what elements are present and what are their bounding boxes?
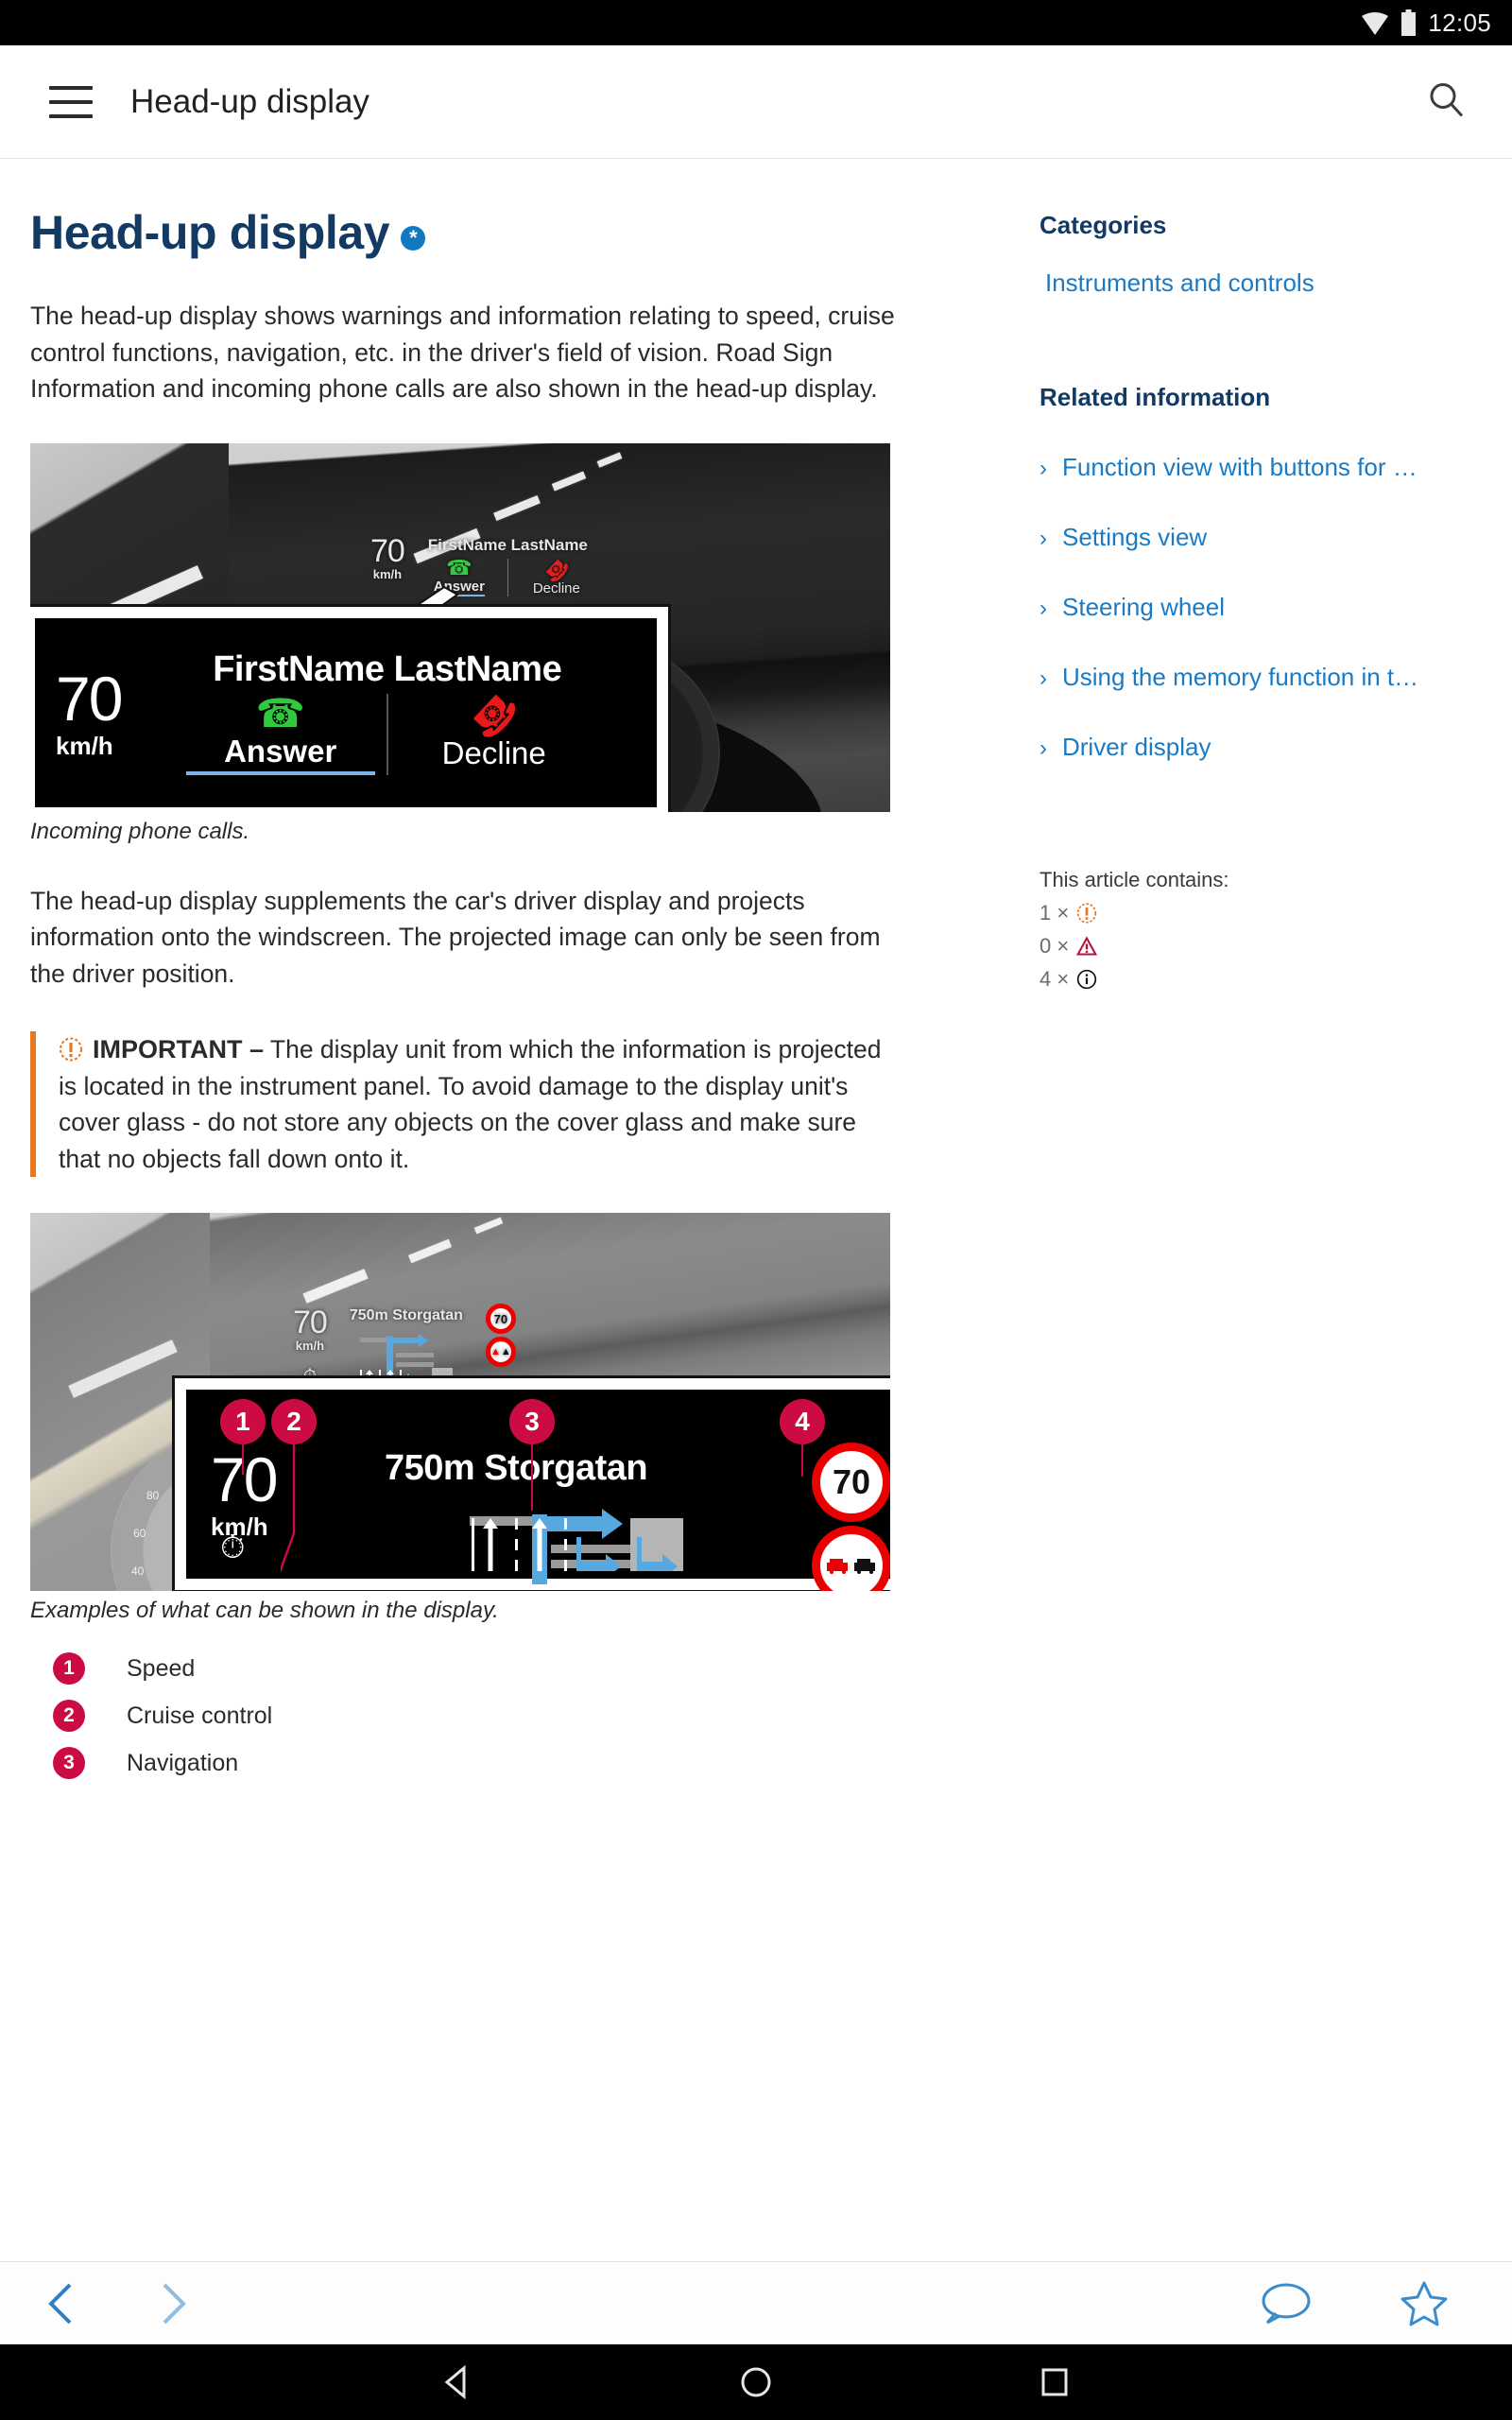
callout-bubble-1: 1 xyxy=(220,1399,266,1444)
callout1-speed-block: 70 km/h xyxy=(56,663,123,760)
callout1-answer-action: ☎ Answer xyxy=(185,694,375,775)
chevron-right-icon[interactable] xyxy=(151,2279,193,2328)
callout2-lane-guidance-icon xyxy=(472,1518,683,1571)
related-link-driver-display[interactable]: › Driver display xyxy=(1040,733,1484,762)
important-icon xyxy=(60,1037,82,1062)
contains-count: 1 × xyxy=(1040,901,1070,925)
chevron-right-icon: › xyxy=(1040,526,1047,551)
chevron-right-icon: › xyxy=(1040,735,1047,761)
list-item-number: 3 xyxy=(53,1747,85,1779)
speech-bubble-icon[interactable] xyxy=(1259,2279,1312,2328)
related-link-label: Driver display xyxy=(1062,733,1211,761)
chevron-left-icon[interactable] xyxy=(42,2279,83,2328)
callout-bubble-3: 3 xyxy=(509,1399,555,1444)
callout1-decline-action: ☎ Decline xyxy=(400,683,589,775)
search-icon[interactable] xyxy=(1425,78,1467,125)
note-info-icon xyxy=(1077,969,1097,990)
callout-bubble-4: 4 xyxy=(780,1399,825,1444)
callout1-answer-label: Answer xyxy=(224,734,337,769)
star-icon[interactable] xyxy=(1399,2279,1450,2328)
related-link-label: Settings view xyxy=(1062,523,1208,551)
contains-row-important: 1 × xyxy=(1040,901,1484,925)
list-item: 2 Cruise control xyxy=(30,1700,975,1732)
article-sidebar: Categories Instruments and controls Rela… xyxy=(1040,160,1484,992)
related-link-label: Steering wheel xyxy=(1062,593,1225,621)
paragraph-2: The head-up display supplements the car'… xyxy=(30,886,881,988)
list-item: 1 Speed xyxy=(30,1652,975,1685)
category-link-instruments-and-controls[interactable]: Instruments and controls xyxy=(1040,268,1484,298)
important-icon xyxy=(1077,903,1097,924)
app-bar: Head-up display xyxy=(0,45,1512,159)
bottom-toolbar xyxy=(0,2261,1512,2344)
callout1-speed-value: 70 xyxy=(56,663,123,734)
important-label: IMPORTANT – xyxy=(93,1035,264,1063)
figure2-caption: Examples of what can be shown in the dis… xyxy=(30,1598,499,1623)
contains-row-note: 4 × xyxy=(1040,967,1484,992)
wifi-icon xyxy=(1362,12,1389,35)
asterisk-badge-icon: * xyxy=(401,226,426,251)
android-recents-icon[interactable] xyxy=(1039,2365,1071,2399)
figure1-hud-callout: 70 km/h FirstName LastName ☎ Answer ☎ De… xyxy=(30,603,671,812)
contains-count: 4 × xyxy=(1040,967,1070,991)
callout1-speed-unit: km/h xyxy=(56,731,113,760)
callout2-speed-limit-sign: 70 xyxy=(812,1443,890,1522)
related-link-function-view[interactable]: › Function view with buttons for … xyxy=(1040,453,1484,482)
android-back-icon[interactable] xyxy=(441,2365,473,2399)
battery-icon xyxy=(1401,9,1417,36)
article-main-column: Head-up display * The head-up display sh… xyxy=(30,160,975,1794)
callout-line-1 xyxy=(242,1443,244,1475)
app-bar-title: Head-up display xyxy=(130,82,369,120)
warning-triangle-icon xyxy=(1076,936,1098,956)
android-nav-bar xyxy=(0,2344,1512,2420)
app-root: 12:05 Head-up display Head-up display * … xyxy=(0,0,1512,2420)
callout-bubble-2: 2 xyxy=(271,1399,317,1444)
related-link-label: Using the memory function in t… xyxy=(1062,663,1419,691)
status-bar-clock: 12:05 xyxy=(1428,8,1491,37)
legend-list: 1 Speed 2 Cruise control 3 Navigation xyxy=(30,1652,975,1779)
related-link-settings-view[interactable]: › Settings view xyxy=(1040,523,1484,552)
intro-paragraph: The head-up display shows warnings and i… xyxy=(30,302,895,403)
callout2-cruise-control-icon: ⏱ xyxy=(220,1530,246,1565)
callout2-navigation-text: 750m Storgatan xyxy=(385,1448,648,1488)
article-contains-heading: This article contains: xyxy=(1040,868,1229,891)
figure2-hud-callout: 1 2 3 4 70 km/h ⏱ 750m Storgatan 70 xyxy=(172,1375,890,1591)
page-title-text: Head-up display xyxy=(30,206,390,259)
callout-line-3 xyxy=(531,1443,533,1511)
figure1-caption: Incoming phone calls. xyxy=(30,818,250,844)
figure-display-examples: 70 km/h ⏱ 750m Storgatan xyxy=(30,1213,975,1624)
related-link-memory-function[interactable]: › Using the memory function in t… xyxy=(1040,663,1484,692)
callout-line-4 xyxy=(801,1443,803,1477)
related-link-label: Function view with buttons for … xyxy=(1062,453,1418,481)
page-title: Head-up display * xyxy=(30,205,975,260)
android-status-bar: 12:05 xyxy=(0,0,1512,45)
callout2-no-overtaking-sign-icon xyxy=(812,1526,890,1591)
callout2-road-signs: 70 xyxy=(812,1443,890,1591)
figure-incoming-calls: 70 km/h FirstName LastName ☎ Answer ☎ De… xyxy=(30,442,975,845)
chevron-right-icon: › xyxy=(1040,666,1047,691)
list-item-number: 2 xyxy=(53,1700,85,1732)
categories-heading: Categories xyxy=(1040,211,1167,239)
related-information-heading: Related information xyxy=(1040,383,1271,411)
android-home-icon[interactable] xyxy=(740,2365,772,2399)
chevron-right-icon: › xyxy=(1040,596,1047,621)
figure1-photo: 70 km/h FirstName LastName ☎ Answer ☎ De… xyxy=(30,442,890,812)
contains-row-warning: 0 × xyxy=(1040,934,1484,959)
figure2-photo: 70 km/h ⏱ 750m Storgatan xyxy=(30,1213,890,1591)
list-item-label: Speed xyxy=(127,1654,196,1682)
important-note: IMPORTANT – The display unit from which … xyxy=(30,1031,904,1177)
contains-count: 0 × xyxy=(1040,934,1070,958)
hamburger-menu-icon[interactable] xyxy=(49,85,93,118)
list-item-partial: 3 Navigation xyxy=(30,1747,975,1779)
article-content: Head-up display * The head-up display sh… xyxy=(0,160,1512,2271)
list-item-number: 1 xyxy=(53,1652,85,1685)
related-link-steering-wheel[interactable]: › Steering wheel xyxy=(1040,593,1484,622)
list-item-label: Cruise control xyxy=(127,1702,273,1729)
callout-line-2 xyxy=(281,1443,296,1574)
list-item-label: Navigation xyxy=(127,1749,239,1776)
chevron-right-icon: › xyxy=(1040,456,1047,481)
